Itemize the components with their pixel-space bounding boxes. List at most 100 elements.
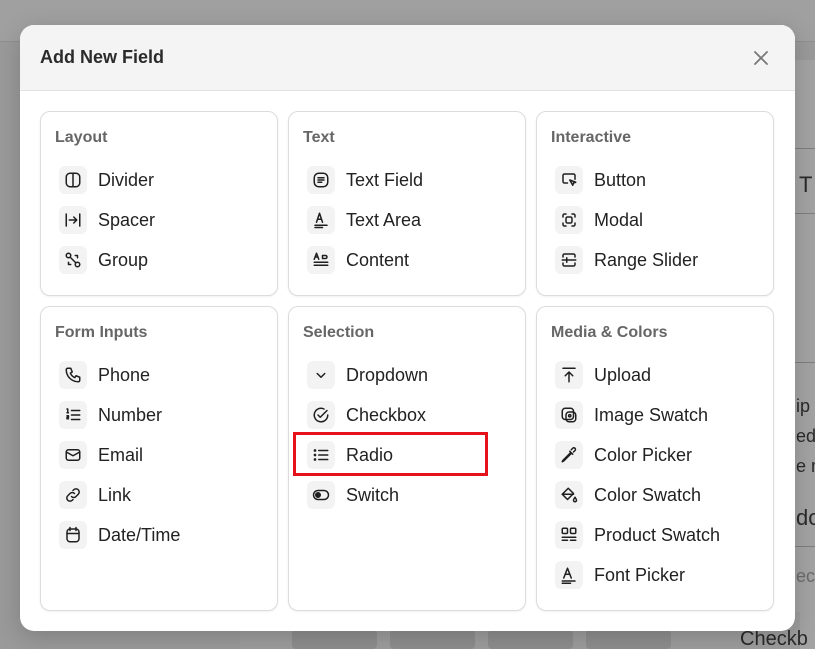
modal-title: Add New Field	[40, 47, 165, 67]
field-option-label: Image Swatch	[594, 404, 709, 425]
divider-icon	[59, 166, 87, 194]
field-option-spacer[interactable]: Spacer	[55, 200, 263, 240]
field-option-label: Text Area	[346, 209, 422, 230]
background-text: do	[796, 505, 815, 530]
image-swatch-icon	[555, 401, 583, 429]
toggle-icon	[307, 481, 335, 509]
background-text: ect	[796, 566, 815, 586]
field-option-range-slider[interactable]: Range Slider	[551, 240, 759, 280]
text-field-icon	[307, 166, 335, 194]
section-title: Layout	[55, 129, 108, 146]
field-option-number[interactable]: Number	[55, 395, 263, 435]
field-option-group[interactable]: Group	[55, 240, 263, 280]
field-option-email[interactable]: Email	[55, 435, 263, 475]
section-title: Form Inputs	[55, 324, 148, 341]
section-interactive: Interactive Button Modal Range Slider	[536, 111, 774, 296]
field-option-label: Radio	[346, 444, 394, 465]
field-option-label: Divider	[98, 169, 155, 190]
field-option-phone[interactable]: Phone	[55, 355, 263, 395]
field-option-label: Font Picker	[594, 564, 686, 585]
eyedropper-icon	[555, 441, 583, 469]
field-option-label: Email	[98, 444, 144, 465]
field-option-label: Number	[98, 404, 163, 425]
field-option-label: Button	[594, 169, 647, 190]
background-text: T	[799, 172, 813, 197]
number-list-icon	[59, 401, 87, 429]
section-title: Interactive	[551, 129, 632, 146]
field-option-label: Content	[346, 249, 410, 270]
upload-icon	[555, 361, 583, 389]
field-option-label: Color Swatch	[594, 484, 702, 505]
add-field-modal: Add New Field Layout Divider Spacer Group Te…	[20, 25, 795, 631]
field-option-content[interactable]: Content	[303, 240, 511, 280]
list-icon	[307, 441, 335, 469]
section-selection: Selection Dropdown Checkbox Radio Switch	[288, 306, 526, 611]
background-text: ip	[796, 396, 811, 416]
field-option-label: Text Field	[346, 169, 424, 190]
email-icon	[59, 441, 87, 469]
section-layout: Layout Divider Spacer Group	[40, 111, 278, 296]
field-option-label: Switch	[346, 484, 400, 505]
field-option-label: Range Slider	[594, 249, 699, 270]
field-option-label: Spacer	[98, 209, 156, 230]
background-pill	[586, 630, 671, 649]
range-slider-icon	[555, 246, 583, 274]
field-option-button[interactable]: Button	[551, 160, 759, 200]
background-divider	[795, 148, 815, 149]
content-icon	[307, 246, 335, 274]
section-title: Media & Colors	[551, 324, 668, 341]
check-circle-icon	[307, 401, 335, 429]
background-text: ed	[796, 426, 815, 446]
section-form-inputs: Form Inputs Phone Number Email Link Date/Time	[40, 306, 278, 611]
field-option-label: Upload	[594, 364, 652, 385]
field-option-checkbox[interactable]: Checkbox	[303, 395, 511, 435]
field-option-radio[interactable]: Radio	[303, 435, 511, 475]
section-title: Selection	[303, 324, 375, 341]
field-option-label: Phone	[98, 364, 151, 385]
field-option-dropdown[interactable]: Dropdown	[303, 355, 511, 395]
background-divider	[795, 362, 815, 363]
field-option-date-time[interactable]: Date/Time	[55, 515, 263, 555]
background-text: e m	[796, 456, 815, 476]
field-option-modal[interactable]: Modal	[551, 200, 759, 240]
field-option-label: Link	[98, 484, 132, 505]
field-option-link[interactable]: Link	[55, 475, 263, 515]
modal-icon	[555, 206, 583, 234]
product-grid-icon	[555, 521, 583, 549]
field-option-font-picker[interactable]: Font Picker	[551, 555, 759, 595]
field-option-image-swatch[interactable]: Image Swatch	[551, 395, 759, 435]
close-button[interactable]	[749, 46, 773, 70]
field-option-divider[interactable]: Divider	[55, 160, 263, 200]
field-option-label: Group	[98, 249, 149, 270]
modal-header: Add New Field	[20, 25, 795, 91]
field-option-label: Dropdown	[346, 364, 429, 385]
field-option-label: Date/Time	[98, 524, 181, 545]
field-option-text-area[interactable]: Text Area	[303, 200, 511, 240]
background-divider	[795, 213, 815, 214]
section-text: Text Text Field Text Area Content	[288, 111, 526, 296]
background-pill	[292, 630, 377, 649]
group-icon	[59, 246, 87, 274]
close-icon	[754, 50, 768, 65]
background-divider	[795, 546, 815, 547]
background-pill	[488, 630, 573, 649]
field-option-label: Product Swatch	[594, 524, 721, 545]
font-icon	[555, 561, 583, 589]
field-option-label: Checkbox	[346, 404, 427, 425]
field-option-color-picker[interactable]: Color Picker	[551, 435, 759, 475]
chevron-down-icon	[307, 361, 335, 389]
field-type-grid: Layout Divider Spacer Group Text Text Field Te…	[40, 111, 774, 611]
field-option-switch[interactable]: Switch	[303, 475, 511, 515]
link-icon	[59, 481, 87, 509]
field-option-product-swatch[interactable]: Product Swatch	[551, 515, 759, 555]
paint-bucket-icon	[555, 481, 583, 509]
field-option-text-field[interactable]: Text Field	[303, 160, 511, 200]
field-option-label: Modal	[594, 209, 644, 230]
field-option-upload[interactable]: Upload	[551, 355, 759, 395]
text-area-icon	[307, 206, 335, 234]
button-icon	[555, 166, 583, 194]
background-pill	[390, 630, 475, 649]
field-option-label: Color Picker	[594, 444, 693, 465]
field-option-color-swatch[interactable]: Color Swatch	[551, 475, 759, 515]
background-text: Checkb	[740, 628, 808, 649]
